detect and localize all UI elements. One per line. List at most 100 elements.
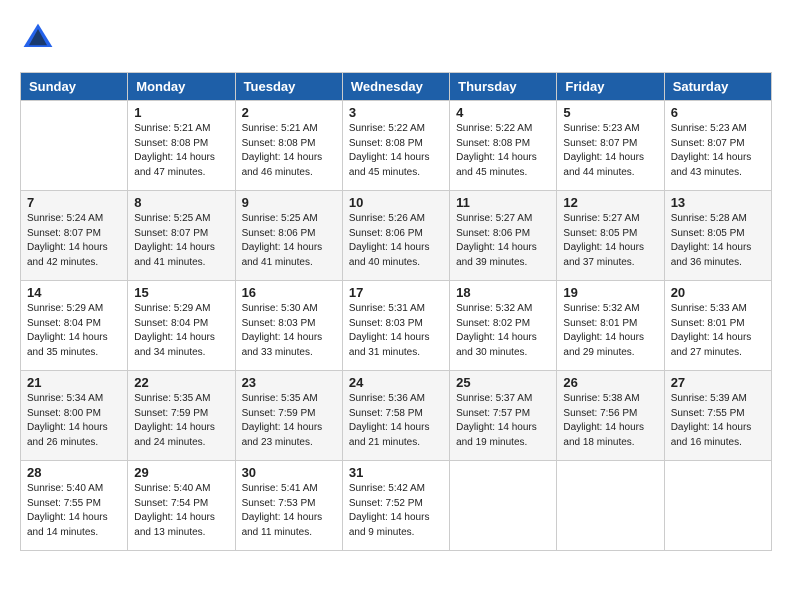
calendar-cell: 14 Sunrise: 5:29 AM Sunset: 8:04 PM Dayli…	[21, 281, 128, 371]
day-number: 1	[134, 105, 228, 120]
day-number: 28	[27, 465, 121, 480]
cell-info: Sunrise: 5:32 AM Sunset: 8:02 PM Dayligh…	[456, 302, 550, 360]
calendar-cell: 25Sunrise: 5:37 AM Sunset: 7:57 PM Dayli…	[450, 371, 557, 461]
calendar-cell: 23 Sunrise: 5:35 AM Sunset: 7:59 PM Dayli…	[235, 371, 342, 461]
day-number: 27	[671, 375, 765, 390]
cell-info: Sunrise: 5:28 AM Sunset: 8:05 PM Dayligh…	[671, 212, 765, 270]
cell-info: Sunrise: 5:27 AM Sunset: 8:05 PM Dayligh…	[563, 212, 657, 270]
calendar-cell	[21, 101, 128, 191]
cell-info: Sunrise: 5:36 AM Sunset: 7:58 PM Dayligh…	[349, 392, 443, 450]
calendar-week-row: 7 Sunrise: 5:24 AM Sunset: 8:07 PM Daylig…	[21, 191, 772, 281]
day-number: 26	[563, 375, 657, 390]
cell-info: Sunrise: 5:25 AM Sunset: 8:07 PM Dayligh…	[134, 212, 228, 270]
day-number: 15	[134, 285, 228, 300]
cell-info: Sunrise: 5:38 AM Sunset: 7:56 PM Dayligh…	[563, 392, 657, 450]
calendar-cell: 28 Sunrise: 5:40 AM Sunset: 7:55 PM Dayli…	[21, 461, 128, 551]
day-number: 6	[671, 105, 765, 120]
cell-info: Sunrise: 5:40 AM Sunset: 7:55 PM Dayligh…	[27, 482, 121, 540]
calendar-cell: 7 Sunrise: 5:24 AM Sunset: 8:07 PM Daylig…	[21, 191, 128, 281]
cell-info: Sunrise: 5:34 AM Sunset: 8:00 PM Dayligh…	[27, 392, 121, 450]
cell-info: Sunrise: 5:37 AM Sunset: 7:57 PM Dayligh…	[456, 392, 550, 450]
calendar-cell: 19 Sunrise: 5:32 AM Sunset: 8:01 PM Dayli…	[557, 281, 664, 371]
logo	[20, 20, 60, 56]
cell-info: Sunrise: 5:42 AM Sunset: 7:52 PM Dayligh…	[349, 482, 443, 540]
calendar-cell: 10 Sunrise: 5:26 AM Sunset: 8:06 PM Dayli…	[342, 191, 449, 281]
cell-info: Sunrise: 5:41 AM Sunset: 7:53 PM Dayligh…	[242, 482, 336, 540]
calendar-cell: 15 Sunrise: 5:29 AM Sunset: 8:04 PM Dayli…	[128, 281, 235, 371]
calendar-cell: 22Sunrise: 5:35 AM Sunset: 7:59 PM Dayli…	[128, 371, 235, 461]
day-number: 9	[242, 195, 336, 210]
weekday-header: Monday	[128, 73, 235, 101]
day-number: 2	[242, 105, 336, 120]
calendar-cell: 4 Sunrise: 5:22 AM Sunset: 8:08 PM Daylig…	[450, 101, 557, 191]
calendar-week-row: 21 Sunrise: 5:34 AM Sunset: 8:00 PM Dayli…	[21, 371, 772, 461]
day-number: 14	[27, 285, 121, 300]
calendar-cell: 8 Sunrise: 5:25 AM Sunset: 8:07 PM Daylig…	[128, 191, 235, 281]
calendar-cell: 5Sunrise: 5:23 AM Sunset: 8:07 PM Daylig…	[557, 101, 664, 191]
calendar-week-row: 14 Sunrise: 5:29 AM Sunset: 8:04 PM Dayli…	[21, 281, 772, 371]
day-number: 12	[563, 195, 657, 210]
weekday-header: Sunday	[21, 73, 128, 101]
calendar-week-row: 1 Sunrise: 5:21 AM Sunset: 8:08 PM Daylig…	[21, 101, 772, 191]
day-number: 4	[456, 105, 550, 120]
day-number: 11	[456, 195, 550, 210]
page-header	[20, 20, 772, 56]
calendar-cell: 3Sunrise: 5:22 AM Sunset: 8:08 PM Daylig…	[342, 101, 449, 191]
cell-info: Sunrise: 5:22 AM Sunset: 8:08 PM Dayligh…	[456, 122, 550, 180]
weekday-header: Saturday	[664, 73, 771, 101]
day-number: 29	[134, 465, 228, 480]
day-number: 3	[349, 105, 443, 120]
cell-info: Sunrise: 5:23 AM Sunset: 8:07 PM Dayligh…	[671, 122, 765, 180]
day-number: 31	[349, 465, 443, 480]
calendar-table: SundayMondayTuesdayWednesdayThursdayFrid…	[20, 72, 772, 551]
day-number: 10	[349, 195, 443, 210]
calendar-cell: 31 Sunrise: 5:42 AM Sunset: 7:52 PM Dayli…	[342, 461, 449, 551]
logo-icon	[20, 20, 56, 56]
cell-info: Sunrise: 5:27 AM Sunset: 8:06 PM Dayligh…	[456, 212, 550, 270]
day-number: 17	[349, 285, 443, 300]
calendar-cell: 6 Sunrise: 5:23 AM Sunset: 8:07 PM Daylig…	[664, 101, 771, 191]
calendar-cell: 12 Sunrise: 5:27 AM Sunset: 8:05 PM Dayli…	[557, 191, 664, 281]
calendar-cell: 17 Sunrise: 5:31 AM Sunset: 8:03 PM Dayli…	[342, 281, 449, 371]
day-number: 21	[27, 375, 121, 390]
calendar-cell: 27Sunrise: 5:39 AM Sunset: 7:55 PM Dayli…	[664, 371, 771, 461]
cell-info: Sunrise: 5:40 AM Sunset: 7:54 PM Dayligh…	[134, 482, 228, 540]
day-number: 20	[671, 285, 765, 300]
cell-info: Sunrise: 5:21 AM Sunset: 8:08 PM Dayligh…	[242, 122, 336, 180]
cell-info: Sunrise: 5:21 AM Sunset: 8:08 PM Dayligh…	[134, 122, 228, 180]
day-number: 13	[671, 195, 765, 210]
day-number: 19	[563, 285, 657, 300]
calendar-cell: 26 Sunrise: 5:38 AM Sunset: 7:56 PM Dayli…	[557, 371, 664, 461]
calendar-cell: 9Sunrise: 5:25 AM Sunset: 8:06 PM Daylig…	[235, 191, 342, 281]
calendar-cell: 2 Sunrise: 5:21 AM Sunset: 8:08 PM Daylig…	[235, 101, 342, 191]
calendar-cell	[450, 461, 557, 551]
calendar-cell: 11 Sunrise: 5:27 AM Sunset: 8:06 PM Dayli…	[450, 191, 557, 281]
cell-info: Sunrise: 5:31 AM Sunset: 8:03 PM Dayligh…	[349, 302, 443, 360]
calendar-cell: 1 Sunrise: 5:21 AM Sunset: 8:08 PM Daylig…	[128, 101, 235, 191]
cell-info: Sunrise: 5:29 AM Sunset: 8:04 PM Dayligh…	[27, 302, 121, 360]
day-number: 23	[242, 375, 336, 390]
day-number: 7	[27, 195, 121, 210]
calendar-cell: 24Sunrise: 5:36 AM Sunset: 7:58 PM Dayli…	[342, 371, 449, 461]
cell-info: Sunrise: 5:26 AM Sunset: 8:06 PM Dayligh…	[349, 212, 443, 270]
cell-info: Sunrise: 5:29 AM Sunset: 8:04 PM Dayligh…	[134, 302, 228, 360]
cell-info: Sunrise: 5:35 AM Sunset: 7:59 PM Dayligh…	[134, 392, 228, 450]
cell-info: Sunrise: 5:30 AM Sunset: 8:03 PM Dayligh…	[242, 302, 336, 360]
weekday-header: Thursday	[450, 73, 557, 101]
calendar-cell: 20 Sunrise: 5:33 AM Sunset: 8:01 PM Dayli…	[664, 281, 771, 371]
calendar-cell: 21 Sunrise: 5:34 AM Sunset: 8:00 PM Dayli…	[21, 371, 128, 461]
day-number: 16	[242, 285, 336, 300]
cell-info: Sunrise: 5:33 AM Sunset: 8:01 PM Dayligh…	[671, 302, 765, 360]
cell-info: Sunrise: 5:32 AM Sunset: 8:01 PM Dayligh…	[563, 302, 657, 360]
calendar-week-row: 28 Sunrise: 5:40 AM Sunset: 7:55 PM Dayli…	[21, 461, 772, 551]
day-number: 8	[134, 195, 228, 210]
calendar-cell: 30Sunrise: 5:41 AM Sunset: 7:53 PM Dayli…	[235, 461, 342, 551]
weekday-header: Wednesday	[342, 73, 449, 101]
day-number: 5	[563, 105, 657, 120]
calendar-cell: 16 Sunrise: 5:30 AM Sunset: 8:03 PM Dayli…	[235, 281, 342, 371]
cell-info: Sunrise: 5:35 AM Sunset: 7:59 PM Dayligh…	[242, 392, 336, 450]
calendar-cell	[664, 461, 771, 551]
weekday-header: Friday	[557, 73, 664, 101]
cell-info: Sunrise: 5:24 AM Sunset: 8:07 PM Dayligh…	[27, 212, 121, 270]
weekday-header: Tuesday	[235, 73, 342, 101]
